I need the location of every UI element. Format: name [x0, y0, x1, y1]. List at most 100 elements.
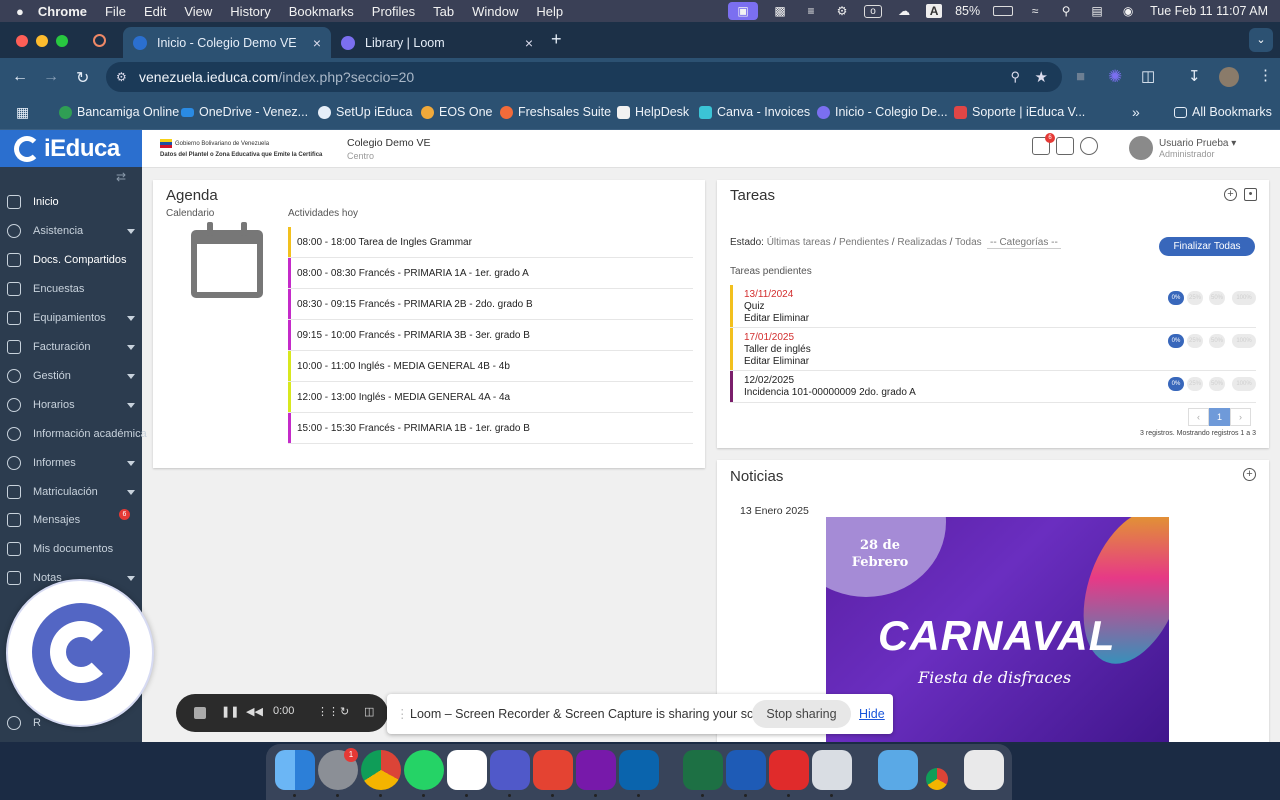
sidebar-item-gestion[interactable]: Gestión: [0, 363, 142, 389]
word-icon[interactable]: [726, 750, 766, 790]
siri-icon[interactable]: ◉: [1119, 4, 1137, 18]
chrome-icon[interactable]: [361, 750, 401, 790]
close-window-button[interactable]: [16, 35, 28, 47]
user-menu[interactable]: Usuario Prueba ▾ Administrador: [1129, 136, 1236, 160]
new-tab-button[interactable]: +: [551, 29, 562, 50]
wifi-icon[interactable]: ≈: [1026, 4, 1044, 18]
excel-icon[interactable]: [683, 750, 723, 790]
pct-25-button[interactable]: 25%: [1187, 334, 1203, 348]
menu-tab[interactable]: Tab: [433, 4, 454, 19]
all-bookmarks[interactable]: All Bookmarks: [1174, 105, 1272, 119]
record-icon[interactable]: ▣: [728, 2, 759, 20]
app-red-icon[interactable]: [769, 750, 809, 790]
tab-loom[interactable]: Library | Loom ×: [331, 27, 543, 58]
rewind-icon[interactable]: ◀◀: [246, 705, 263, 718]
categorias-select[interactable]: -- Categorías --: [987, 237, 1061, 249]
outlook-icon[interactable]: o: [864, 4, 883, 18]
slack-icon[interactable]: [447, 750, 487, 790]
more-bookmarks-icon[interactable]: »: [1132, 104, 1140, 120]
download-icon[interactable]: ↧: [1188, 67, 1201, 85]
calendar-icon[interactable]: [191, 222, 263, 298]
task-settings-icon[interactable]: •: [1244, 188, 1257, 201]
pct-0-button[interactable]: 0%: [1168, 377, 1184, 391]
trash-icon[interactable]: ◫: [364, 705, 374, 718]
filter-pendientes[interactable]: Pendientes: [839, 237, 889, 248]
finalizar-todas-button[interactable]: Finalizar Todas: [1159, 237, 1255, 256]
close-tab-icon[interactable]: ×: [313, 35, 321, 51]
pause-icon[interactable]: ❚❚: [221, 705, 239, 718]
minimize-window-button[interactable]: [36, 35, 48, 47]
filter-realizadas[interactable]: Realizadas: [897, 237, 946, 248]
extension-icon[interactable]: ■: [1076, 68, 1085, 85]
pct-50-button[interactable]: 50%: [1209, 291, 1225, 305]
profile-avatar[interactable]: [1219, 67, 1239, 87]
drag-handle-icon[interactable]: ⋮: [396, 706, 409, 721]
grid-icon[interactable]: ⋮⋮: [317, 705, 339, 718]
task-actions[interactable]: Editar Eliminar: [744, 313, 809, 324]
bookmark-eos-one[interactable]: EOS One: [421, 105, 493, 119]
bookmark-onedrive[interactable]: OneDrive - Venez...: [181, 105, 308, 119]
address-bar[interactable]: ⚙ venezuela.ieduca.com/index.php?seccio=…: [106, 62, 1062, 92]
activity-item[interactable]: 15:00 - 15:30 Francés - PRIMARIA 1B - 1e…: [288, 413, 693, 444]
sidebar-item-matriculacion[interactable]: Matriculación: [0, 479, 142, 505]
menu-app-name[interactable]: Chrome: [38, 4, 87, 19]
bookmark-star-icon[interactable]: ★: [1035, 68, 1048, 86]
task-row[interactable]: 12/02/2025 Incidencia 101-00000009 2do. …: [730, 371, 1256, 403]
pct-0-button[interactable]: 0%: [1168, 334, 1184, 348]
loom-camera-bubble[interactable]: [6, 579, 154, 727]
bookmark-soporte[interactable]: Soporte | iEduca V...: [954, 105, 1085, 119]
menubar-clock[interactable]: Tue Feb 11 11:07 AM: [1150, 4, 1268, 18]
add-news-icon[interactable]: +: [1243, 468, 1256, 481]
pct-100-button[interactable]: 100%: [1232, 291, 1256, 305]
page-button[interactable]: 1: [1209, 408, 1230, 426]
sidebar-item-encuestas[interactable]: Encuestas: [0, 276, 142, 302]
zoom-icon[interactable]: ⚲: [1010, 69, 1020, 85]
school-selector[interactable]: Colegio Demo VE Centro: [347, 137, 430, 161]
calendar-icon[interactable]: [1056, 137, 1074, 155]
search-icon[interactable]: ⚲: [1057, 4, 1075, 18]
pct-50-button[interactable]: 50%: [1209, 334, 1225, 348]
outlook-icon[interactable]: [619, 750, 659, 790]
menu-history[interactable]: History: [230, 4, 270, 19]
close-tab-icon[interactable]: ×: [525, 35, 533, 51]
stop-recording-icon[interactable]: [194, 707, 206, 719]
activity-item[interactable]: 12:00 - 13:00 Inglés - MEDIA GENERAL 4A …: [288, 382, 693, 413]
onenote-icon[interactable]: [576, 750, 616, 790]
sidebar-item-mis-documentos[interactable]: Mis documentos: [0, 536, 142, 562]
chrome-app-icon[interactable]: [926, 768, 948, 790]
cloud-icon[interactable]: ☁: [895, 4, 913, 18]
bookmark-inicio-colegio[interactable]: Inicio - Colegio De...: [817, 105, 948, 119]
teams-icon[interactable]: [490, 750, 530, 790]
pct-0-button[interactable]: 0%: [1168, 291, 1184, 305]
trash-icon[interactable]: [964, 750, 1004, 790]
gear-icon[interactable]: ⚙: [833, 4, 851, 18]
bookmark-bancamiga[interactable]: Bancamiga Online: [59, 105, 179, 119]
activity-item[interactable]: 08:30 - 09:15 Francés - PRIMARIA 2B - 2d…: [288, 289, 693, 320]
maximize-window-button[interactable]: [56, 35, 68, 47]
menu-edit[interactable]: Edit: [144, 4, 166, 19]
hide-button[interactable]: Hide: [859, 707, 885, 721]
mail-icon[interactable]: 6: [1032, 133, 1055, 155]
forward-button[interactable]: →: [43, 68, 59, 86]
input-source-icon[interactable]: A: [926, 4, 943, 18]
menu-file[interactable]: File: [105, 4, 126, 19]
pct-100-button[interactable]: 100%: [1232, 377, 1256, 391]
activity-item[interactable]: 10:00 - 11:00 Inglés - MEDIA GENERAL 4B …: [288, 351, 693, 382]
menu-bookmarks[interactable]: Bookmarks: [289, 4, 354, 19]
battery-icon[interactable]: [993, 6, 1014, 16]
sidebar-item-equipamientos[interactable]: Equipamientos: [0, 305, 142, 331]
menu-help[interactable]: Help: [536, 4, 563, 19]
pct-100-button[interactable]: 100%: [1232, 334, 1256, 348]
whatsapp-icon[interactable]: [404, 750, 444, 790]
pct-25-button[interactable]: 25%: [1187, 377, 1203, 391]
filter-todas[interactable]: Todas: [955, 237, 982, 248]
finder-icon[interactable]: [275, 750, 315, 790]
pct-50-button[interactable]: 50%: [1209, 377, 1225, 391]
add-task-icon[interactable]: +: [1224, 188, 1237, 201]
apple-icon[interactable]: ●: [16, 4, 24, 19]
sidebar-item-horarios[interactable]: Horarios: [0, 392, 142, 418]
preview-icon[interactable]: [812, 750, 852, 790]
downloads-folder-icon[interactable]: [878, 750, 918, 790]
menu-profiles[interactable]: Profiles: [372, 4, 415, 19]
sidebar-item-facturacion[interactable]: Facturación: [0, 334, 142, 360]
